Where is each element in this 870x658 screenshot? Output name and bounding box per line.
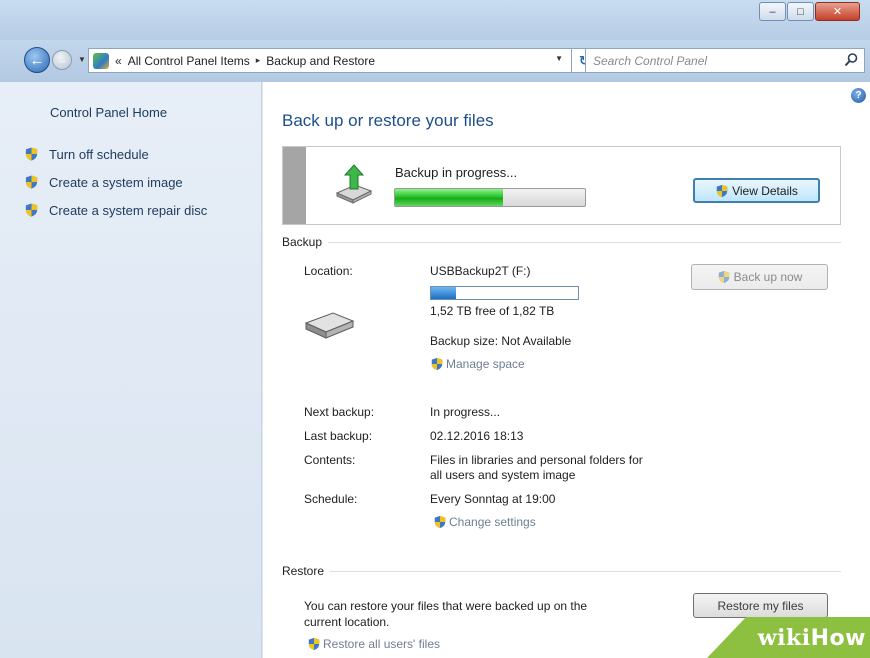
sidebar-item-turn-off-schedule[interactable]: Turn off schedule [24,146,149,162]
sidebar-item-label: Turn off schedule [49,146,149,162]
restore-section-header: Restore [282,564,841,578]
drive-icon [304,312,355,339]
backup-progress-bar [394,188,586,207]
back-up-now-button[interactable]: Back up now [691,264,828,290]
window-controls: – □ ✕ [759,2,860,21]
shield-icon [431,357,443,371]
next-backup-value: In progress... [430,405,501,419]
last-backup-value: 02.12.2016 18:13 [430,429,524,443]
address-bar[interactable]: « All Control Panel Items ▸ Backup and R… [88,48,572,73]
backup-size-text: Backup size: Not Available [430,334,572,348]
backup-section-header: Backup [282,235,841,249]
last-backup-label: Last backup: [304,429,373,443]
sidebar-item-label: Create a system repair disc [49,202,208,218]
control-panel-icon [93,52,109,69]
drive-usage-fill [431,287,456,299]
forward-button[interactable]: → [52,50,72,70]
watermark-how: How [810,625,866,651]
breadcrumb-separator[interactable]: ▸ [256,55,261,66]
sidebar-item-create-system-repair-disc[interactable]: Create a system repair disc [24,202,207,218]
backup-section-title: Backup [282,235,323,249]
contents-value-line-1: Files in libraries and personal folders … [430,453,643,467]
contents-label: Contents: [304,453,356,467]
breadcrumb-backup-and-restore[interactable]: Backup and Restore [266,54,375,68]
change-settings-link[interactable]: Change settings [433,515,536,529]
page-title: Back up or restore your files [282,111,494,130]
backup-progress-fill [395,189,504,206]
manage-space-link[interactable]: Manage space [430,357,525,371]
backup-in-progress-icon [335,164,373,204]
restore-description-line-2: current location. [304,615,390,629]
change-settings-label: Change settings [449,515,536,529]
view-details-button[interactable]: View Details [693,178,820,203]
search-input[interactable] [593,53,833,68]
recent-pages-dropdown[interactable]: ▼ [78,55,86,64]
status-accent-bar [283,147,306,224]
restore-description-line-1: You can restore your files that were bac… [304,599,588,613]
watermark-text: wikiHow [758,625,866,651]
restore-all-users-files-link[interactable]: Restore all users' files [307,637,440,651]
backup-status-panel: Backup in progress... View Details [282,146,841,225]
title-bar: – □ ✕ [0,0,870,40]
location-label: Location: [304,264,353,278]
schedule-label: Schedule: [304,492,358,506]
close-button[interactable]: ✕ [815,2,860,21]
search-icon[interactable] [843,52,859,68]
maximize-button[interactable]: □ [787,2,814,21]
manage-space-label: Manage space [446,357,525,371]
shield-icon [25,175,38,189]
breadcrumb-all-control-panel-items[interactable]: All Control Panel Items [128,54,250,68]
help-icon[interactable]: ? [851,88,866,103]
control-panel-home-link[interactable]: Control Panel Home [50,105,167,120]
backup-status-text: Backup in progress... [395,165,518,180]
address-dropdown-button[interactable]: ▼ [555,54,563,63]
task-pane: Control Panel Home Turn off schedule Cre… [0,82,262,658]
minimize-button[interactable]: – [759,2,786,21]
restore-my-files-button[interactable]: Restore my files [693,593,828,618]
shield-icon [25,203,38,217]
sidebar-item-label: Create a system image [49,174,183,190]
restore-my-files-label: Restore my files [717,598,804,613]
next-backup-label: Next backup: [304,405,375,419]
restore-section-title: Restore [282,564,325,578]
view-details-label: View Details [732,183,798,198]
free-space-text: 1,52 TB free of 1,82 TB [430,304,555,318]
back-up-now-label: Back up now [733,270,803,284]
section-divider [330,570,841,572]
location-value: USBBackup2T (F:) [430,264,531,278]
watermark-wiki: wiki [757,624,811,651]
sidebar-item-create-system-image[interactable]: Create a system image [24,174,183,190]
shield-icon [716,184,728,197]
search-box[interactable] [585,48,865,73]
back-button[interactable]: ← [24,47,50,73]
shield-icon [25,147,38,161]
drive-usage-bar [430,286,579,300]
shield-icon [718,270,729,284]
main-content: ? Back up or restore your files Backup i… [263,82,870,658]
breadcrumb-overflow[interactable]: « [115,54,122,68]
contents-value-line-2: all users and system image [430,468,576,482]
shield-icon [434,515,446,529]
schedule-value: Every Sonntag at 19:00 [430,492,556,506]
section-divider [328,241,841,243]
shield-icon [308,637,320,651]
restore-all-users-files-label: Restore all users' files [323,637,440,651]
